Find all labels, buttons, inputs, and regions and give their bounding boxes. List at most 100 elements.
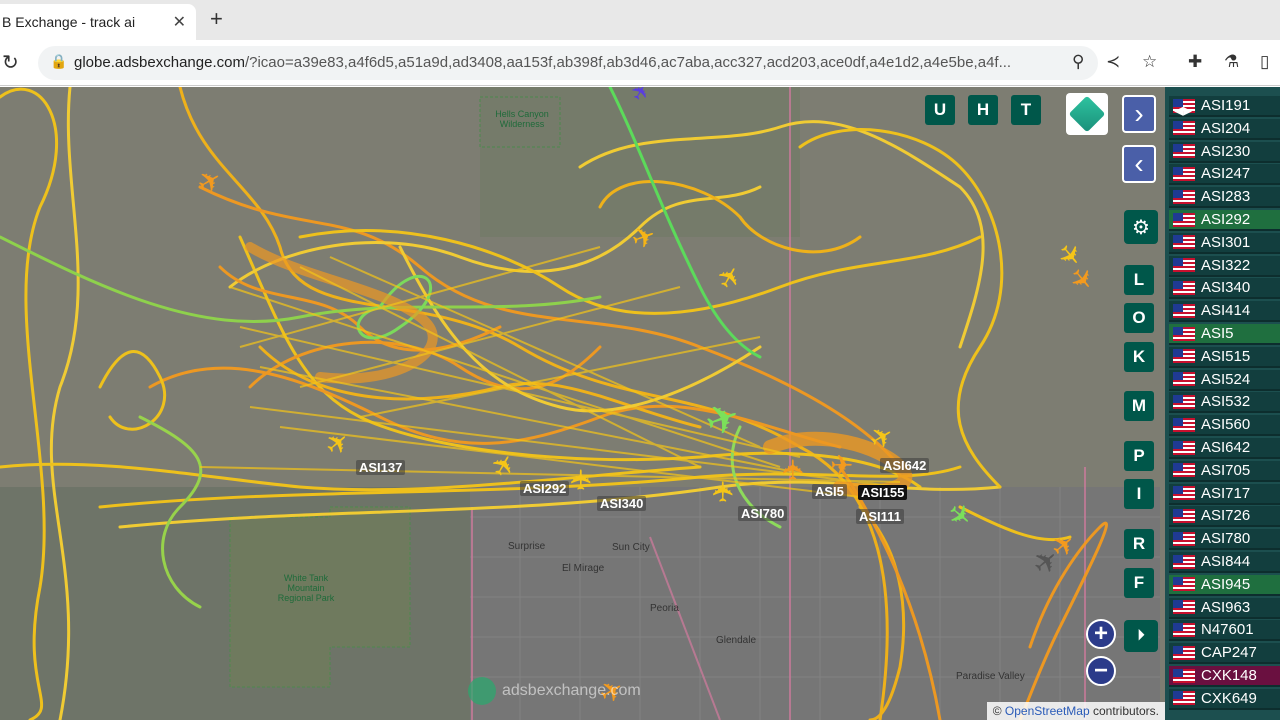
aircraft-callsign: ASI191 (1201, 97, 1251, 114)
aircraft-list-row[interactable]: ASI705 (1169, 460, 1280, 482)
map-button-u[interactable]: U (925, 95, 955, 125)
aircraft-callsign: ASI204 (1201, 119, 1251, 137)
aircraft-callsign: CXK649 (1201, 689, 1257, 707)
us-flag-icon (1173, 280, 1195, 295)
us-flag-icon (1173, 258, 1195, 273)
us-flag-icon (1173, 212, 1195, 227)
aircraft-callsign: CAP247 (1201, 644, 1257, 662)
map-button-i[interactable]: I (1124, 479, 1154, 509)
aircraft-list-row[interactable]: ASI963 (1169, 597, 1280, 619)
place-label-el-mirage: El Mirage (562, 563, 605, 574)
map-button-r[interactable]: R (1124, 529, 1154, 559)
aircraft-list-row[interactable]: ASI283 (1169, 187, 1280, 209)
us-flag-icon (1173, 691, 1195, 706)
map-button-m[interactable]: M (1124, 391, 1154, 421)
lock-icon[interactable]: 🔒 (50, 53, 67, 70)
expand-panel-button[interactable]: › (1122, 95, 1156, 133)
collapse-panel-button[interactable]: ‹ (1122, 145, 1156, 183)
us-flag-icon (1173, 144, 1195, 159)
aircraft-label-asi292[interactable]: ASI292 (520, 481, 570, 496)
share-icon[interactable]: ≺ (1106, 52, 1120, 72)
aircraft-list-row[interactable]: ASI524 (1169, 369, 1280, 391)
map-button-p[interactable]: P (1124, 441, 1154, 471)
map-button-f[interactable]: F (1124, 568, 1154, 598)
aircraft-list-row[interactable]: ASI301 (1169, 232, 1280, 254)
aircraft-callsign: ASI524 (1201, 370, 1251, 388)
aircraft-label-asi780[interactable]: ASI780 (738, 506, 788, 521)
airplane-icon[interactable]: ✈ (777, 458, 810, 481)
aircraft-list-row[interactable]: ASI247 (1169, 164, 1280, 186)
aircraft-list-row[interactable]: ASI532 (1169, 392, 1280, 414)
chevron-right-icon: › (1134, 98, 1144, 129)
aircraft-label-asi5[interactable]: ASI5 (812, 484, 847, 499)
aircraft-label-asi111[interactable]: ASI111 (856, 509, 904, 524)
openstreetmap-link[interactable]: OpenStreetMap (1005, 704, 1090, 718)
place-label-white-tank: White Tank Mountain Regional Park (277, 573, 335, 603)
aircraft-list-row[interactable]: ASI726 (1169, 506, 1280, 528)
airplane-icon[interactable]: ✈ (565, 468, 598, 491)
profile-icon[interactable]: ⚗ (1224, 52, 1239, 72)
place-label-sun-city: Sun City (612, 542, 650, 553)
map-button-h[interactable]: H (968, 95, 998, 125)
aircraft-label-asi155[interactable]: ASI155 (858, 485, 908, 500)
map-view[interactable]: Hells Canyon Wilderness White Tank Mount… (0, 87, 1165, 720)
replay-button[interactable]: ⏵ (1124, 620, 1158, 652)
panel-toggle-arrows-icon[interactable]: ◂▸ (1165, 87, 1201, 133)
zoom-in-button[interactable]: + (1086, 619, 1116, 649)
aircraft-list-row[interactable]: ASI717 (1169, 483, 1280, 505)
new-tab-button[interactable]: + (210, 6, 223, 32)
aircraft-list-row[interactable]: CAP247 (1169, 643, 1280, 665)
aircraft-list-row[interactable]: ASI844 (1169, 552, 1280, 573)
aircraft-list-row[interactable]: ASI5 (1169, 324, 1280, 345)
location-pin-icon[interactable]: ⚲ (1072, 52, 1084, 72)
us-flag-icon (1173, 508, 1195, 523)
aircraft-list-row[interactable]: ASI560 (1169, 415, 1280, 437)
aircraft-list-row[interactable]: ASI642 (1169, 438, 1280, 459)
star-icon[interactable]: ☆ (1142, 52, 1157, 72)
aircraft-list-row[interactable]: ASI414 (1169, 301, 1280, 323)
aircraft-callsign: ASI705 (1201, 461, 1251, 479)
map-button-l[interactable]: L (1124, 265, 1154, 295)
settings-button[interactable]: ⚙ (1124, 210, 1158, 244)
airplane-icon[interactable]: ✈ (707, 480, 740, 503)
map-button-o[interactable]: O (1124, 303, 1154, 333)
aircraft-callsign: ASI230 (1201, 142, 1251, 160)
browser-toolbar: ↻ 🔒 globe.adsbexchange.com/?icao=a39e83,… (0, 40, 1280, 86)
aircraft-list-row[interactable]: ASI322 (1169, 255, 1280, 277)
aircraft-list-row[interactable]: ASI340 (1169, 278, 1280, 300)
aircraft-callsign: ASI963 (1201, 598, 1251, 616)
us-flag-icon (1173, 394, 1195, 409)
aircraft-list-row[interactable]: N47601 (1169, 620, 1280, 642)
browser-tab[interactable]: B Exchange - track ai ✕ (0, 4, 196, 40)
aircraft-label-asi137[interactable]: ASI137 (356, 460, 406, 475)
airplane-icon[interactable]: ✈ (830, 449, 853, 482)
aircraft-list-row[interactable]: ASI515 (1169, 346, 1280, 368)
place-label-hells-canyon: Hells Canyon Wilderness (495, 109, 549, 129)
aircraft-list-row[interactable]: ASI230 (1169, 141, 1280, 163)
aircraft-callsign: ASI414 (1201, 302, 1251, 320)
aircraft-label-asi642[interactable]: ASI642 (880, 458, 930, 473)
sidepanel-icon[interactable]: ▯ (1260, 52, 1269, 72)
us-flag-icon (1173, 440, 1195, 455)
url-text[interactable]: globe.adsbexchange.com/?icao=a39e83,a4f6… (74, 54, 1064, 71)
aircraft-callsign: ASI726 (1201, 507, 1251, 525)
aircraft-list-row[interactable]: ASI780 (1169, 529, 1280, 551)
aircraft-list-row[interactable]: ASI945 (1169, 574, 1280, 596)
us-flag-icon (1173, 326, 1195, 341)
layers-button[interactable] (1066, 93, 1108, 135)
zoom-out-button[interactable]: − (1086, 656, 1116, 686)
address-bar[interactable]: 🔒 globe.adsbexchange.com/?icao=a39e83,a4… (38, 46, 1098, 80)
aircraft-callsign: ASI717 (1201, 484, 1251, 502)
map-button-t[interactable]: T (1011, 95, 1041, 125)
aircraft-callsign: ASI292 (1201, 211, 1251, 228)
aircraft-callsign: ASI301 (1201, 233, 1251, 251)
aircraft-label-asi340[interactable]: ASI340 (597, 496, 647, 511)
reload-icon[interactable]: ↻ (2, 50, 19, 75)
extensions-icon[interactable]: ✚ (1188, 52, 1202, 72)
aircraft-list-row[interactable]: CXK148 (1169, 666, 1280, 687)
aircraft-list-row[interactable]: CXK649 (1169, 688, 1280, 710)
aircraft-list-row[interactable]: ASI292 (1169, 210, 1280, 231)
us-flag-icon (1173, 645, 1195, 660)
close-tab-icon[interactable]: ✕ (173, 12, 186, 32)
map-button-k[interactable]: K (1124, 342, 1154, 372)
